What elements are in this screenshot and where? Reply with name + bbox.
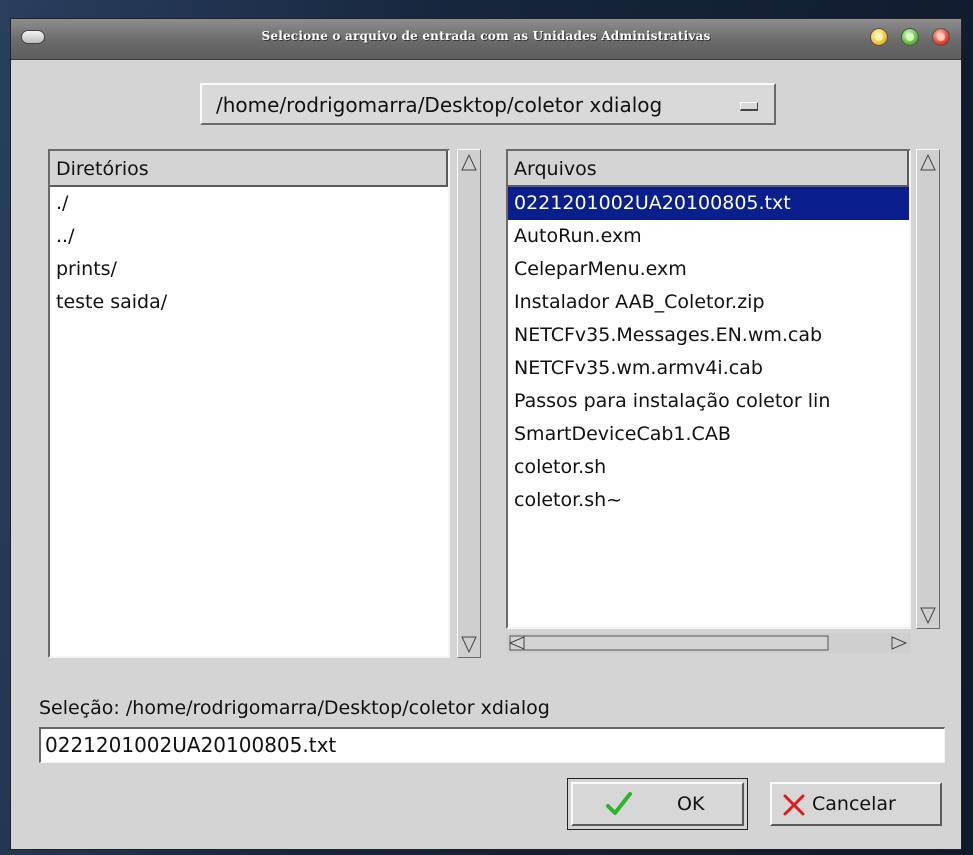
files-vertical-scrollbar-arrows — [920, 153, 936, 625]
selection-label: Seleção: /home/rodrigomarra/Desktop/cole… — [39, 697, 550, 719]
files-horizontal-scrollbar-graphic — [506, 633, 911, 653]
file-item[interactable]: coletor.sh~ — [508, 484, 909, 517]
path-dropdown[interactable]: /home/rodrigomarra/Desktop/coletor xdial… — [200, 83, 776, 125]
file-item[interactable]: SmartDeviceCab1.CAB — [508, 418, 909, 451]
file-dialog-window: Selecione o arquivo de entrada com as Un… — [10, 18, 962, 850]
selection-input[interactable]: 0221201002UA20100805.txt — [39, 727, 945, 763]
minimize-icon — [875, 33, 883, 41]
file-item[interactable]: coletor.sh — [508, 451, 909, 484]
files-list[interactable]: Arquivos 0221201002UA20100805.txt AutoRun… — [506, 149, 911, 629]
close-icon — [937, 33, 945, 41]
file-item[interactable]: CeleparMenu.exm — [508, 253, 909, 286]
directory-item[interactable]: prints/ — [50, 253, 448, 286]
directory-item[interactable]: ../ — [50, 220, 448, 253]
directories-scrollbar-arrows — [461, 153, 477, 654]
maximize-button[interactable] — [901, 28, 919, 46]
file-item[interactable]: AutoRun.exm — [508, 220, 909, 253]
files-vertical-scrollbar[interactable] — [916, 149, 940, 629]
file-item[interactable]: Passos para instalação coletor lin — [508, 385, 909, 418]
ok-button[interactable]: OK — [571, 782, 744, 826]
x-icon — [783, 794, 805, 816]
ok-button-label: OK — [677, 793, 705, 815]
title-bar[interactable]: Selecione o arquivo de entrada com as Un… — [11, 19, 961, 60]
check-icon — [606, 792, 632, 815]
window-title: Selecione o arquivo de entrada com as Un… — [261, 29, 711, 43]
cancel-button-label: Cancelar — [812, 793, 896, 815]
file-item[interactable]: NETCFv35.Messages.EN.wm.cab — [508, 319, 909, 352]
path-dropdown-label: /home/rodrigomarra/Desktop/coletor xdial… — [216, 93, 663, 117]
file-item[interactable]: 0221201002UA20100805.txt — [508, 187, 909, 220]
cancel-button[interactable]: Cancelar — [770, 782, 942, 826]
close-button[interactable] — [932, 28, 950, 46]
file-item[interactable]: NETCFv35.wm.armv4i.cab — [508, 352, 909, 385]
minimize-button[interactable] — [870, 28, 888, 46]
files-horizontal-scrollbar[interactable] — [506, 633, 911, 653]
directory-item[interactable]: ./ — [50, 187, 448, 220]
maximize-icon — [906, 33, 914, 41]
dropdown-indicator-icon — [740, 102, 758, 111]
files-header[interactable]: Arquivos — [508, 151, 909, 187]
file-item[interactable]: Instalador AAB_Coletor.zip — [508, 286, 909, 319]
directories-scrollbar[interactable] — [457, 149, 481, 658]
directories-header[interactable]: Diretórios — [50, 151, 448, 187]
directory-item[interactable]: teste saida/ — [50, 286, 448, 319]
directories-list[interactable]: Diretórios ./../prints/teste saida/ — [48, 149, 450, 658]
